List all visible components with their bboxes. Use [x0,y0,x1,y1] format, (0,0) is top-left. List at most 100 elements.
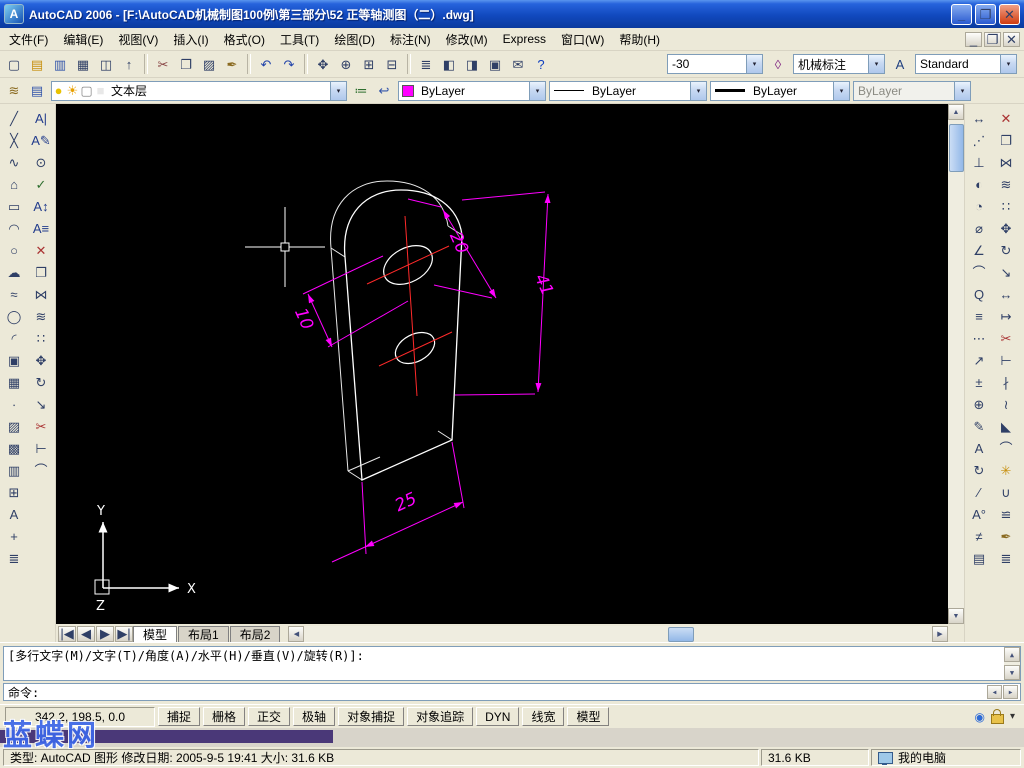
tool-tool-palettes[interactable]: ◨ [461,53,483,75]
tool-undo[interactable]: ↶ [255,53,277,75]
scroll-up-icon[interactable]: ▲ [948,104,964,120]
tool-rectangle[interactable]: ▭ [3,195,25,217]
tool-hatch[interactable]: ▨ [3,415,25,437]
tool-tolerance[interactable]: ± [968,371,990,393]
tool-designcenter[interactable]: ◧ [438,53,460,75]
tool-copy-clip[interactable]: ❐ [175,53,197,75]
tool-dim-aligned[interactable]: ⋰ [968,129,990,151]
tool-dim-text-angle[interactable]: A° [968,503,990,525]
command-scrollbar[interactable]: ▲ ▼ [1004,647,1020,680]
menu-express[interactable]: Express [496,29,553,49]
titlebar-minimize[interactable]: _ [951,3,972,25]
scroll-right-icon[interactable]: ▶ [932,626,948,642]
tool-properties[interactable]: ≣ [415,53,437,75]
tool-dim-oblique[interactable]: ∕ [968,481,990,503]
tool-offset[interactable]: ≋ [995,173,1017,195]
horizontal-scroll-track[interactable] [304,626,932,642]
tool-justify-text[interactable]: A≡ [30,217,52,239]
status-toggle-grid[interactable]: 栅格 [203,707,246,726]
layer-combo[interactable]: ● ☀ ▢ ■ 文本层 ▾ [51,80,347,101]
tool-scale[interactable]: ↘ [30,393,52,415]
layer-status-layer-unlock[interactable]: ▢ [80,84,93,97]
tool-multiline-text[interactable]: A [3,503,25,525]
tool-open-file[interactable]: ▤ [26,53,48,75]
tool-extend[interactable]: ⊢ [30,437,52,459]
tool-plot-preview[interactable]: ◫ [95,53,117,75]
tool-move[interactable]: ✥ [995,217,1017,239]
scroll-left-icon[interactable]: ◀ [288,626,305,642]
menu-view[interactable]: 视图(V) [111,28,165,51]
tool-region[interactable]: ▥ [3,459,25,481]
tool-revision-cloud[interactable]: ☁ [3,261,25,283]
titlebar-close[interactable]: ✕ [999,3,1020,25]
dim-style-combo[interactable]: 机械标注 ▾ [793,54,885,74]
status-toggle-dyn[interactable]: DYN [476,707,520,726]
tool-rotate[interactable]: ↻ [995,239,1017,261]
tool-properties[interactable]: ≣ [995,547,1017,569]
dropdown-arrow-icon[interactable]: ▾ [833,81,849,100]
tool-mirror[interactable]: ⋈ [995,151,1017,173]
layer-status-layer-on[interactable]: ● [52,84,65,97]
tool-dim-jogged[interactable]: ◔ [968,195,990,217]
status-toggle-osnap[interactable]: 对象捕捉 [338,707,405,726]
status-toggle-lwt[interactable]: 线宽 [522,707,565,726]
menu-file[interactable]: 文件(F) [2,28,55,51]
tool-polygon[interactable]: ⌂ [3,173,25,195]
tool-quick-leader[interactable]: ↗ [968,349,990,371]
tool-dim-break[interactable]: ≠ [968,525,990,547]
tool-insert-block[interactable]: ▣ [3,349,25,371]
tool-stretch[interactable]: ↔ [995,283,1017,305]
dropdown-arrow-icon[interactable]: ▾ [529,81,545,100]
dim-angle-combo[interactable]: -30 ▾ [667,54,763,74]
tool-measure[interactable]: + [3,525,25,547]
titlebar-maximize[interactable]: ❐ [975,3,996,25]
tool-zoom-previous[interactable]: ⊟ [381,53,403,75]
tool-redo[interactable]: ↷ [278,53,300,75]
tab-nav-last[interactable]: ▶| [115,626,133,642]
tool-explode[interactable]: ✳ [995,459,1017,481]
linetype-combo[interactable]: ByLayer ▾ [549,80,707,101]
tool-chamfer[interactable]: ◣ [995,415,1017,437]
tool-trim[interactable]: ✂ [30,415,52,437]
tool-point[interactable]: ∙ [3,393,25,415]
tool-dim-edit[interactable]: ✎ [968,415,990,437]
tool-save-file[interactable]: ▥ [49,53,71,75]
tool-array[interactable]: ∷ [30,327,52,349]
tool-layer-properties-manager[interactable]: ≋ [3,80,25,102]
tool-lengthen[interactable]: ↦ [995,305,1017,327]
tool-list[interactable]: ≣ [3,547,25,569]
menu-draw[interactable]: 绘图(D) [327,28,382,51]
tool-copy-object[interactable]: ❐ [30,261,52,283]
color-combo[interactable]: ByLayer ▾ [398,80,546,101]
menu-edit[interactable]: 编辑(E) [56,28,110,51]
tool-dim-continue[interactable]: ⋯ [968,327,990,349]
tool-ellipse-arc[interactable]: ◜ [3,327,25,349]
tool-zoom-realtime[interactable]: ⊕ [335,53,357,75]
toolbar-lock-icon[interactable] [990,709,1004,724]
layer-status-layer-color[interactable]: ■ [94,84,107,97]
tab-nav-next[interactable]: ▶ [96,626,114,642]
status-toggle-polar[interactable]: 极轴 [293,707,336,726]
tool-dim-arc-length[interactable]: ⌒ [968,261,990,283]
menu-modify[interactable]: 修改(M) [439,28,495,51]
tool-edit-text[interactable]: A✎ [30,129,52,151]
tool-spell-check[interactable]: ✓ [30,173,52,195]
status-menu-arrow-icon[interactable]: ▾ [1010,711,1015,722]
tool-zoom-window[interactable]: ⊞ [358,53,380,75]
tab-layout1[interactable]: 布局1 [178,626,229,642]
status-toggle-ortho[interactable]: 正交 [248,707,291,726]
tool-scale[interactable]: ↘ [995,261,1017,283]
canvas-horizontal-scrollbar[interactable]: ◀ ▶ [288,626,948,642]
tool-ellipse[interactable]: ◯ [3,305,25,327]
tool-spline[interactable]: ≈ [3,283,25,305]
tab-model[interactable]: 模型 [133,626,178,642]
tab-nav-first[interactable]: |◀ [58,626,76,642]
tool-gradient[interactable]: ▩ [3,437,25,459]
tool-dim-baseline[interactable]: ≡ [968,305,990,327]
drawing-area[interactable]: 10 20 41 25 Y X Z [56,104,948,624]
mdi-mdi-close[interactable]: ✕ [1003,31,1020,47]
tool-fillet[interactable]: ⌒ [30,459,52,481]
tool-offset[interactable]: ≋ [30,305,52,327]
dropdown-arrow-icon[interactable]: ▾ [746,55,762,73]
tool-circle[interactable]: ○ [3,239,25,261]
